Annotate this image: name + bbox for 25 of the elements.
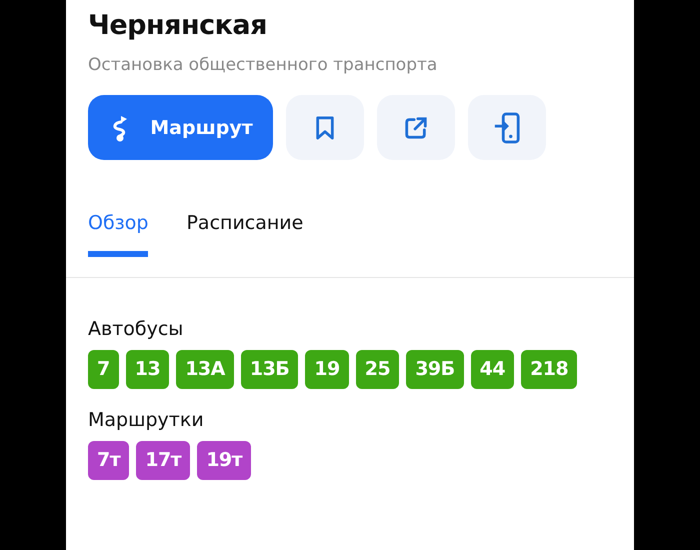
route-number[interactable]: 44	[470, 350, 514, 389]
route-number[interactable]: 19т	[197, 441, 252, 480]
section-heading: Автобусы	[88, 318, 184, 340]
route-number[interactable]: 7	[88, 350, 119, 389]
place-title: Чернянская	[88, 10, 268, 41]
route-number[interactable]: 19	[305, 350, 349, 389]
tab[interactable]: Расписание	[186, 212, 304, 257]
phone-icon	[493, 112, 521, 144]
share-button[interactable]	[377, 95, 455, 160]
bookmark-button[interactable]	[286, 95, 364, 160]
route-number[interactable]: 25	[356, 350, 400, 389]
route-number[interactable]: 218	[521, 350, 578, 389]
share-icon	[403, 114, 429, 140]
route-number[interactable]: 7т	[88, 441, 130, 480]
route-number[interactable]: 13А	[176, 350, 234, 389]
bookmark-icon	[314, 114, 336, 140]
section-heading: Маршрутки	[88, 409, 205, 431]
route-number[interactable]: 17т	[136, 441, 190, 480]
place-subtitle: Остановка общественного транспорта	[88, 55, 438, 75]
tab[interactable]: Обзор	[88, 212, 148, 257]
route-button[interactable]: Маршрут	[88, 95, 273, 160]
route-number[interactable]: 39Б	[406, 350, 464, 389]
send-to-phone-button[interactable]	[468, 95, 546, 160]
route-number[interactable]: 13Б	[240, 350, 298, 389]
route-number[interactable]: 13	[126, 350, 170, 389]
